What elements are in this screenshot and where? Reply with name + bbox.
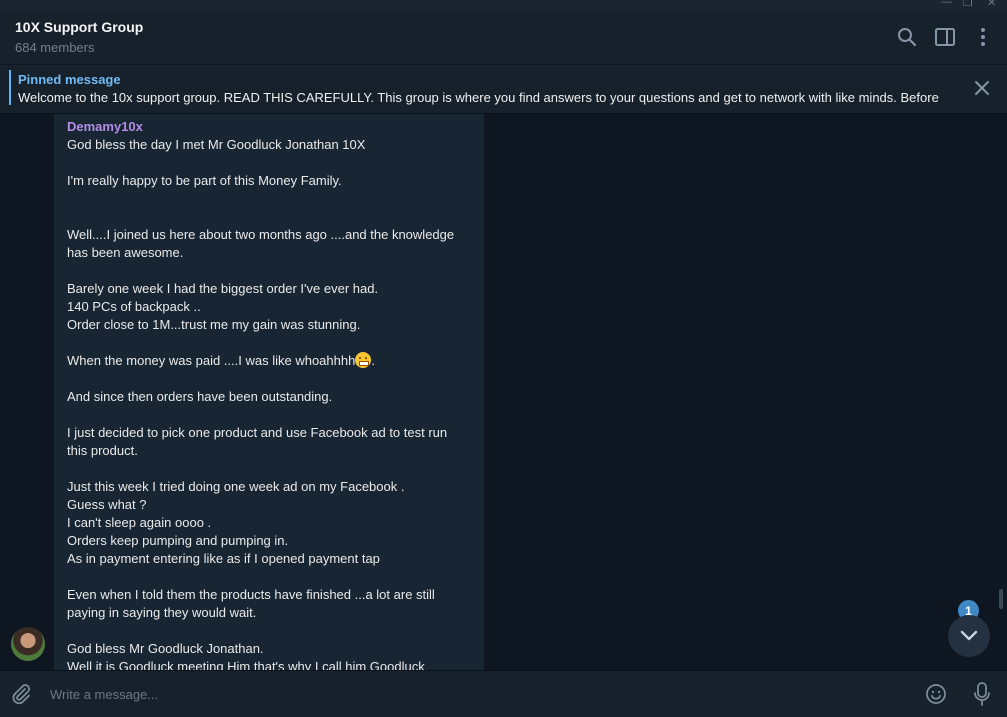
message-line: Guess what ?: [67, 497, 147, 512]
minimize-button[interactable]: —: [941, 0, 952, 8]
message-line: [67, 154, 471, 172]
message-line: 140 PCs of backpack ..: [67, 299, 201, 314]
window-close-button[interactable]: ✕: [987, 0, 996, 9]
grinning-emoji-icon: [355, 352, 372, 368]
message-line: [67, 460, 471, 478]
pinned-text: Welcome to the 10x support group. READ T…: [18, 90, 939, 105]
emoji-suffix: .: [371, 353, 375, 368]
scroll-to-bottom-button[interactable]: [948, 615, 990, 657]
message-line: has been awesome.: [67, 245, 184, 260]
chat-header[interactable]: 10X Support Group 684 members: [0, 10, 1007, 65]
message-line: [67, 208, 471, 226]
emoji-button[interactable]: [924, 682, 948, 706]
message-line: this product.: [67, 443, 138, 458]
chevron-down-icon: [960, 630, 978, 641]
message-line: [67, 262, 471, 280]
message-line: [67, 406, 471, 424]
message-line: [67, 568, 471, 586]
message-line: Well it is Goodluck meeting Him that's w…: [67, 659, 425, 670]
message-line: Well....I joined us here about two month…: [67, 227, 455, 242]
attach-button[interactable]: [9, 682, 33, 706]
sidebar-toggle-button[interactable]: [932, 24, 958, 50]
message-line: As in payment entering like as if I open…: [67, 551, 380, 566]
maximize-button[interactable]: ❐: [963, 0, 973, 9]
message-line: [67, 622, 471, 640]
message-line: [67, 334, 471, 352]
close-icon: [975, 81, 989, 95]
message-line: Just this week I tried doing one week ad…: [67, 479, 405, 494]
pinned-close-button[interactable]: [973, 79, 991, 97]
more-options-button[interactable]: [970, 24, 996, 50]
member-count: 684 members: [15, 40, 95, 55]
chat-title: 10X Support Group: [15, 19, 144, 35]
message-line: I just decided to pick one product and u…: [67, 425, 448, 440]
search-icon: [898, 28, 917, 47]
microphone-icon: [974, 682, 990, 706]
message-line: God bless the day I met Mr Goodluck Jona…: [67, 137, 366, 152]
message-sender[interactable]: Demamy10x: [67, 118, 471, 136]
message-line: [67, 370, 471, 388]
pinned-message-bar[interactable]: Pinned message Welcome to the 10x suppor…: [0, 65, 1007, 114]
message-line: paying in saying they would wait.: [67, 605, 257, 620]
scrollbar-thumb[interactable]: [999, 589, 1003, 609]
message-line: Orders keep pumping and pumping in.: [67, 533, 289, 548]
message-line: Order close to 1M...trust me my gain was…: [67, 317, 361, 332]
attach-icon: [12, 684, 31, 705]
message-line: I can't sleep again oooo .: [67, 515, 212, 530]
message-line: Barely one week I had the biggest order …: [67, 281, 379, 296]
message-line: [67, 190, 471, 208]
message-bubble[interactable]: Demamy10x God bless the day I met Mr Goo…: [54, 114, 484, 670]
message-line: I'm really happy to be part of this Mone…: [67, 173, 342, 188]
message-line: Even when I told them the products have …: [67, 587, 435, 602]
sidebar-toggle-icon: [935, 28, 955, 46]
message-input[interactable]: [50, 684, 890, 704]
chat-history[interactable]: Demamy10x God bless the day I met Mr Goo…: [0, 114, 1007, 670]
message-composer: [0, 670, 1007, 717]
message-line: When the money was paid ....I was like w…: [67, 352, 375, 368]
avatar[interactable]: [11, 627, 45, 661]
message-line: And since then orders have been outstand…: [67, 389, 333, 404]
message-line: God bless Mr Goodluck Jonathan.: [67, 641, 264, 656]
window-titlebar: — ❐ ✕: [0, 0, 1007, 10]
pinned-accent-bar: [9, 70, 11, 105]
more-vertical-icon: [981, 28, 985, 46]
emoji-icon: [926, 684, 946, 704]
search-button[interactable]: [894, 24, 920, 50]
pinned-label: Pinned message: [18, 72, 121, 87]
voice-record-button[interactable]: [970, 682, 994, 706]
message-text: God bless the day I met Mr Goodluck Jona…: [67, 136, 471, 670]
